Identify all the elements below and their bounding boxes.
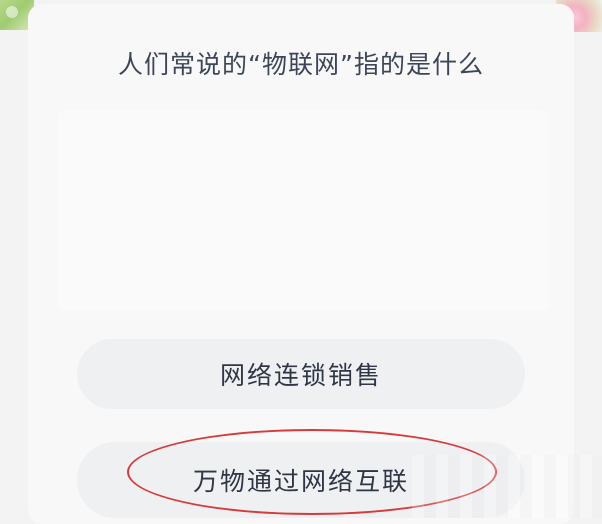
answer-option-2[interactable]: 万物通过网络互联 (77, 442, 525, 518)
question-text: 人们常说的“物联网”指的是什么 (118, 50, 484, 79)
question-content-area (58, 110, 548, 310)
answer-option-1[interactable]: 网络连锁销售 (77, 339, 525, 409)
